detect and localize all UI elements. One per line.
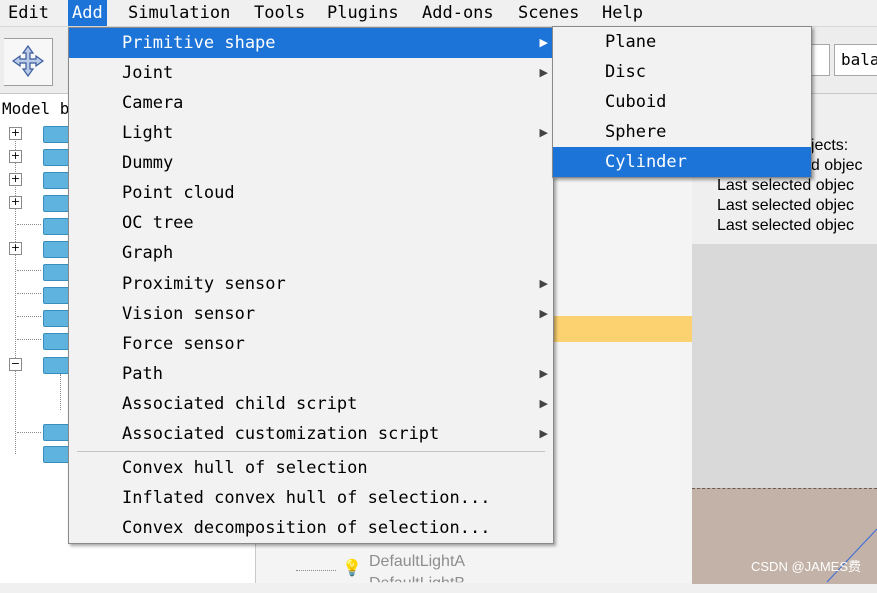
tree-line xyxy=(17,224,41,225)
menu-item-point-cloud[interactable]: Point cloud xyxy=(69,178,553,208)
menu-item-label: Inflated convex hull of selection... xyxy=(122,488,491,508)
menu-separator xyxy=(77,451,545,452)
expand-icon[interactable]: + xyxy=(9,242,22,255)
hierarchy-item-default-light-a[interactable]: DefaultLightA xyxy=(369,553,465,571)
tree-line xyxy=(17,293,41,294)
axis-line xyxy=(826,528,877,583)
menu-item-path[interactable]: Path ▶ xyxy=(69,359,553,389)
toolbar-combo[interactable]: bala xyxy=(834,44,877,76)
menu-item-label: Point cloud xyxy=(122,183,235,203)
menu-item-light[interactable]: Light ▶ xyxy=(69,118,553,148)
submenu-arrow-icon: ▶ xyxy=(539,126,548,139)
menu-item-label: Joint xyxy=(122,63,174,83)
tree-line xyxy=(17,432,41,433)
menu-add-ons[interactable]: Add-ons xyxy=(418,0,498,26)
menu-help[interactable]: Help xyxy=(598,0,647,26)
watermark-text: CSDN @JAMES费 xyxy=(751,559,861,574)
tree-line xyxy=(296,570,336,571)
menu-tools[interactable]: Tools xyxy=(250,0,309,26)
move-arrows-icon xyxy=(12,45,44,77)
expand-icon[interactable]: + xyxy=(9,150,22,163)
menu-item-dummy[interactable]: Dummy xyxy=(69,148,553,178)
menu-item-vision-sensor[interactable]: Vision sensor ▶ xyxy=(69,299,553,329)
menu-item-inflated-convex-hull[interactable]: Inflated convex hull of selection... xyxy=(69,483,553,513)
light-icon: 💡 xyxy=(342,558,362,577)
expand-icon[interactable]: + xyxy=(9,173,22,186)
object-shift-button[interactable] xyxy=(4,38,53,86)
menu-item-label: Camera xyxy=(122,93,184,113)
menu-item-label: OC tree xyxy=(122,213,194,233)
scene-info-line: Last selected objec xyxy=(717,217,854,234)
menu-item-label: Graph xyxy=(122,243,174,263)
submenu-arrow-icon: ▶ xyxy=(539,36,548,49)
submenu-item-disc[interactable]: Disc xyxy=(553,57,811,87)
menu-item-label: Dummy xyxy=(122,153,174,173)
menu-plugins[interactable]: Plugins xyxy=(323,0,403,26)
menu-item-label: Proximity sensor xyxy=(122,274,286,294)
menu-scenes[interactable]: Scenes xyxy=(514,0,583,26)
menu-item-label: Convex hull of selection xyxy=(122,458,368,478)
menu-item-primitive-shape[interactable]: Primitive shape ▶ xyxy=(69,28,553,58)
collapse-icon[interactable]: − xyxy=(9,358,22,371)
menu-item-force-sensor[interactable]: Force sensor xyxy=(69,329,553,359)
menu-item-convex-decomposition[interactable]: Convex decomposition of selection... xyxy=(69,513,553,543)
menu-item-proximity-sensor[interactable]: Proximity sensor ▶ xyxy=(69,269,553,299)
menu-item-label: Associated customization script xyxy=(122,424,440,444)
submenu-arrow-icon: ▶ xyxy=(539,66,548,79)
submenu-item-plane[interactable]: Plane xyxy=(553,27,811,57)
hierarchy-item-default-light-b[interactable]: DefaultLightB xyxy=(369,575,465,582)
menu-item-label: Force sensor xyxy=(122,334,245,354)
submenu-arrow-icon: ▶ xyxy=(539,277,548,290)
menu-item-associated-customization-script[interactable]: Associated customization script ▶ xyxy=(69,419,553,449)
menu-simulation[interactable]: Simulation xyxy=(124,0,234,26)
submenu-arrow-icon: ▶ xyxy=(539,427,548,440)
submenu-arrow-icon: ▶ xyxy=(539,367,548,380)
tree-line xyxy=(17,339,41,340)
scene-info-line: Last selected objec xyxy=(717,177,854,194)
expand-icon[interactable]: + xyxy=(9,127,22,140)
menu-item-graph[interactable]: Graph xyxy=(69,238,553,268)
menu-item-convex-hull[interactable]: Convex hull of selection xyxy=(69,453,553,483)
tree-line xyxy=(60,374,61,410)
submenu-arrow-icon: ▶ xyxy=(539,397,548,410)
menu-item-label: Vision sensor xyxy=(122,304,256,324)
add-menu-dropdown: Primitive shape ▶ Joint ▶ Camera Light ▶… xyxy=(68,27,554,544)
menu-add[interactable]: Add xyxy=(68,0,107,26)
menu-item-associated-child-script[interactable]: Associated child script ▶ xyxy=(69,389,553,419)
scene-info-line: Last selected objec xyxy=(717,197,854,214)
model-browser-title: Model b xyxy=(2,99,70,118)
primitive-shape-submenu: Plane Disc Cuboid Sphere Cylinder xyxy=(552,26,812,178)
tree-line xyxy=(17,270,41,271)
expand-icon[interactable]: + xyxy=(9,196,22,209)
submenu-item-cylinder[interactable]: Cylinder xyxy=(553,147,811,177)
menu-item-label: Light xyxy=(122,123,174,143)
submenu-arrow-icon: ▶ xyxy=(539,307,548,320)
menu-bar: Edit Add Simulation Tools Plugins Add-on… xyxy=(0,0,877,27)
menu-item-camera[interactable]: Camera xyxy=(69,88,553,118)
menu-item-label: Path xyxy=(122,364,163,384)
menu-item-label: Associated child script xyxy=(122,394,358,414)
menu-edit[interactable]: Edit xyxy=(4,0,53,26)
tree-line xyxy=(17,316,41,317)
submenu-item-sphere[interactable]: Sphere xyxy=(553,117,811,147)
menu-item-joint[interactable]: Joint ▶ xyxy=(69,58,553,88)
menu-item-label: Primitive shape xyxy=(122,33,276,53)
menu-item-label: Convex decomposition of selection... xyxy=(122,518,491,538)
menu-item-oc-tree[interactable]: OC tree xyxy=(69,208,553,238)
submenu-item-cuboid[interactable]: Cuboid xyxy=(553,87,811,117)
